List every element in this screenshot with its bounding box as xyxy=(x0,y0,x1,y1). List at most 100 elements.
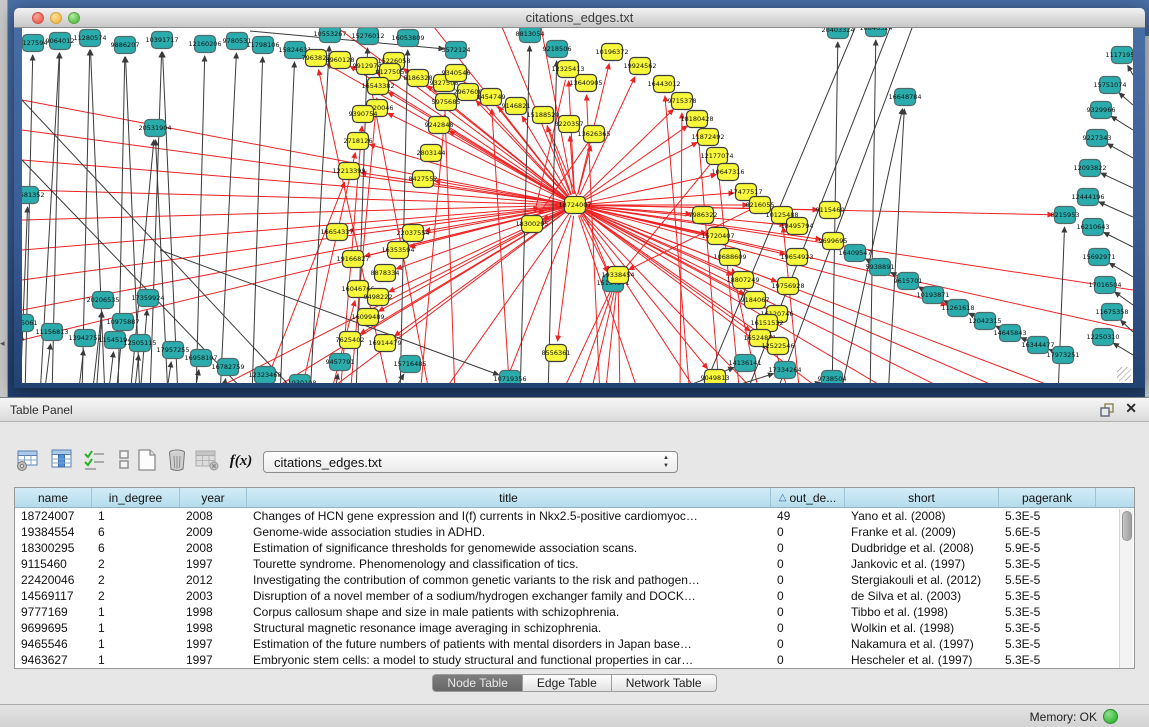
table-row[interactable]: 969969511998Structural magnetic resonanc… xyxy=(15,620,1134,636)
table-cell[interactable]: 0 xyxy=(771,525,845,539)
graph-node[interactable]: 7986322 xyxy=(689,207,718,224)
graph-node[interactable]: 9242848 xyxy=(425,117,454,134)
table-cell[interactable]: 5.3E-5 xyxy=(999,589,1096,603)
table-cell[interactable]: 1998 xyxy=(180,621,247,635)
table-cell[interactable]: Estimation of the future numbers of pati… xyxy=(247,637,771,651)
graph-node[interactable]: 10688609 xyxy=(713,249,746,266)
table-cell[interactable]: 0 xyxy=(771,541,845,555)
graph-node[interactable]: 10391717 xyxy=(145,32,178,49)
graph-node[interactable]: 9615701 xyxy=(894,273,923,290)
show-columns-icon[interactable] xyxy=(48,447,76,475)
table-row[interactable]: 911546021997Tourette syndrome. Phenomeno… xyxy=(15,556,1134,572)
graph-node[interactable]: 7625402 xyxy=(336,332,365,349)
table-cell[interactable]: Genome-wide association studies in ADHD. xyxy=(247,525,771,539)
table-cell[interactable]: Nakamura et al. (1997) xyxy=(845,637,999,651)
graph-node[interactable]: 8127594 xyxy=(22,35,47,52)
graph-node[interactable]: 11280574 xyxy=(73,30,106,47)
float-panel-icon[interactable] xyxy=(1099,402,1115,418)
table-cell[interactable]: Structural magnetic resonance image aver… xyxy=(247,621,771,635)
table-cell[interactable]: 0 xyxy=(771,589,845,603)
graph-node[interactable]: 8556361 xyxy=(542,345,571,362)
tab-node-table[interactable]: Node Table xyxy=(432,674,523,692)
table-scrollbar[interactable] xyxy=(1119,509,1133,668)
graph-node[interactable]: 8813054 xyxy=(516,28,545,43)
table-row[interactable]: 977716911998Corpus callosum shape and si… xyxy=(15,604,1134,620)
table-cell[interactable]: 5.9E-5 xyxy=(999,541,1096,555)
graph-node[interactable]: 9218506 xyxy=(543,41,572,58)
table-cell[interactable]: 2 xyxy=(92,589,180,603)
graph-node[interactable]: 8215953 xyxy=(1051,207,1080,224)
table-cell[interactable]: 1997 xyxy=(180,653,247,667)
table-cell[interactable]: 9465546 xyxy=(15,637,92,651)
table-mode-icon[interactable] xyxy=(14,447,42,475)
graph-node[interactable]: 8186328 xyxy=(404,70,433,87)
table-cell[interactable]: 1 xyxy=(92,509,180,523)
table-cell[interactable]: Jankovic et al. (1997) xyxy=(845,557,999,571)
table-row[interactable]: 1872400712008Changes of HCN gene express… xyxy=(15,508,1134,524)
column-header-short[interactable]: short xyxy=(845,488,999,507)
graph-node[interactable]: 9390754 xyxy=(349,106,378,123)
column-header-name[interactable]: name xyxy=(15,488,92,507)
graph-node[interactable]: 10647316 xyxy=(711,164,744,181)
table-cell[interactable]: 14569117 xyxy=(15,589,92,603)
table-cell[interactable]: 5.3E-5 xyxy=(999,621,1096,635)
graph-node[interactable]: 18180428 xyxy=(680,111,713,128)
table-cell[interactable]: 1997 xyxy=(180,557,247,571)
table-cell[interactable]: 6 xyxy=(92,541,180,555)
table-cell[interactable]: 2 xyxy=(92,573,180,587)
graph-node[interactable]: 15716485 xyxy=(393,356,426,373)
table-cell[interactable]: 0 xyxy=(771,653,845,667)
table-cell[interactable]: 1 xyxy=(92,637,180,651)
graph-node[interactable]: 9064012 xyxy=(46,33,75,50)
select-all-icon[interactable] xyxy=(80,447,108,475)
table-cell[interactable]: Embryonic stem cells: a model to study s… xyxy=(247,653,771,667)
table-cell[interactable]: 49 xyxy=(771,509,845,523)
graph-node[interactable]: 9049813 xyxy=(701,370,730,384)
minimize-button[interactable] xyxy=(50,12,62,24)
graph-node[interactable]: 11156813 xyxy=(35,324,68,341)
graph-node[interactable]: 12213399 xyxy=(332,163,365,180)
graph-node[interactable]: 22037554 xyxy=(396,225,429,242)
table-cell[interactable]: 19384554 xyxy=(15,525,92,539)
graph-node[interactable]: 2803144 xyxy=(417,145,446,162)
graph-node[interactable]: 12177074 xyxy=(700,148,733,165)
graph-node[interactable]: 10196372 xyxy=(595,44,628,61)
table-row[interactable]: 1456911722003Disruption of a novel membe… xyxy=(15,588,1134,604)
graph-node[interactable]: 19924562 xyxy=(623,58,656,75)
table-cell[interactable]: Tourette syndrome. Phenomenology and cla… xyxy=(247,557,771,571)
table-cell[interactable]: 2012 xyxy=(180,573,247,587)
table-cell[interactable]: Disruption of a novel member of a sodium… xyxy=(247,589,771,603)
scrollbar-thumb[interactable] xyxy=(1122,511,1132,541)
graph-node[interactable]: 9227343 xyxy=(1083,130,1112,147)
graph-node[interactable]: 19166827 xyxy=(336,251,369,268)
graph-node[interactable]: 9340546 xyxy=(442,65,471,82)
column-header-pagerank[interactable]: pagerank xyxy=(999,488,1096,507)
graph-node[interactable]: 8878334 xyxy=(371,265,400,282)
window-titlebar[interactable]: citations_edges.txt xyxy=(14,8,1145,28)
table-cell[interactable]: 9777169 xyxy=(15,605,92,619)
close-button[interactable] xyxy=(32,12,44,24)
table-cell[interactable]: 5.3E-5 xyxy=(999,605,1096,619)
graph-node[interactable]: 9115460 xyxy=(816,202,845,219)
memory-status-indicator[interactable] xyxy=(1103,709,1118,724)
table-cell[interactable]: 1 xyxy=(92,605,180,619)
graph-node[interactable]: 9715378 xyxy=(668,93,697,110)
graph-node[interactable]: 9699695 xyxy=(819,233,848,250)
graph-node[interactable]: 18807249 xyxy=(726,272,759,289)
graph-node[interactable]: 5975685 xyxy=(432,94,461,111)
graph-node[interactable]: 20206535 xyxy=(86,292,119,309)
graph-node[interactable]: 3572124 xyxy=(442,42,471,59)
delete-column-icon[interactable] xyxy=(163,447,191,475)
graph-node[interactable]: 16053809 xyxy=(391,30,424,47)
table-cell[interactable]: Dudbridge et al. (2008) xyxy=(845,541,999,555)
table-row[interactable]: 1938455462009Genome-wide association stu… xyxy=(15,524,1134,540)
table-cell[interactable]: 6 xyxy=(92,525,180,539)
table-cell[interactable]: 5.5E-5 xyxy=(999,573,1096,587)
graph-node[interactable]: 8960128 xyxy=(326,52,355,69)
table-cell[interactable]: 2 xyxy=(92,557,180,571)
column-header-in_degree[interactable]: in_degree xyxy=(92,488,180,507)
graph-node[interactable]: 15692971 xyxy=(1082,249,1115,266)
graph-node[interactable]: 9738504 xyxy=(818,371,847,384)
graph-node[interactable]: 12093822 xyxy=(1073,160,1106,177)
table-cell[interactable]: 5.3E-5 xyxy=(999,509,1096,523)
